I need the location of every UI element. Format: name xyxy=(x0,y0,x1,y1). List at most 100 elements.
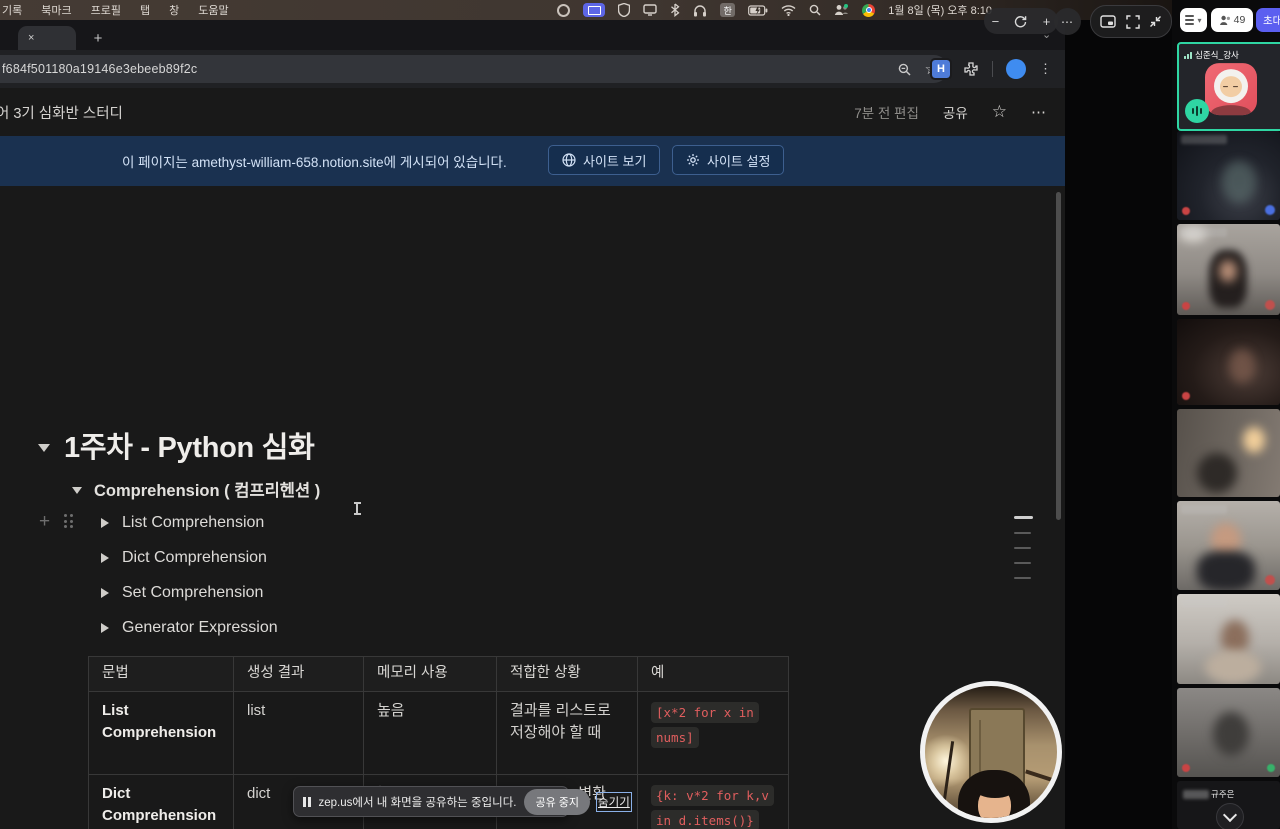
new-tab-button[interactable]: + xyxy=(88,28,108,48)
table-cell[interactable]: 높음 xyxy=(364,691,497,774)
self-webcam[interactable] xyxy=(920,681,1062,823)
screenshare-icon[interactable] xyxy=(583,3,605,17)
chrome-menubar-icon[interactable] xyxy=(862,4,875,17)
battery-icon xyxy=(748,3,768,17)
url-text[interactable]: f684f501180a19146e3ebeeb89f2c xyxy=(0,62,197,76)
page-title[interactable]: 어 3기 심화반 스터디 xyxy=(0,102,123,123)
zoom-out-button[interactable]: − xyxy=(992,15,1000,28)
collapse-icon[interactable] xyxy=(1149,15,1162,28)
view-site-button[interactable]: 사이트 보기 xyxy=(548,145,660,175)
profile-avatar[interactable] xyxy=(1006,59,1026,79)
toggle-item[interactable]: Set Comprehension xyxy=(122,584,263,602)
menu-tabs[interactable]: 탭 xyxy=(140,2,150,18)
video-tile-host[interactable]: 심준식_강사 xyxy=(1177,42,1280,131)
stop-sharing-button[interactable]: 공유 중지 xyxy=(524,789,590,815)
address-bar[interactable]: f684f501180a19146e3ebeeb89f2c ☆ xyxy=(0,55,948,83)
toggle-item[interactable]: Generator Expression xyxy=(122,619,278,637)
notion-header: 어 3기 심화반 스터디 7분 전 편집 공유 ☆ ⋯ xyxy=(0,88,1065,136)
browser-menu-icon[interactable]: ⋮ xyxy=(1039,61,1053,77)
video-tile[interactable] xyxy=(1177,409,1280,497)
chevron-down-icon[interactable]: ⌄ xyxy=(1042,28,1051,41)
video-tile[interactable] xyxy=(1177,319,1280,405)
notion-page-content: 1주차 - Python 심화 Comprehension ( 컴프리헨션 ) … xyxy=(0,186,1065,829)
page-menu-icon[interactable]: ⋯ xyxy=(1031,103,1047,121)
table-cell[interactable]: Dict Comprehension xyxy=(89,774,234,829)
add-block-button[interactable]: + xyxy=(39,511,50,533)
input-source-icon[interactable]: 한 xyxy=(720,3,735,17)
participant-count: 49 xyxy=(1234,14,1246,26)
fullscreen-icon[interactable] xyxy=(1126,15,1140,29)
name-label-blurred xyxy=(1183,790,1209,799)
toolbar-divider xyxy=(992,61,993,77)
table-of-contents-indicator[interactable] xyxy=(1014,516,1033,592)
participants-button[interactable]: 49 xyxy=(1211,8,1253,32)
video-tile[interactable] xyxy=(1177,501,1280,590)
status-icon xyxy=(1267,764,1275,772)
menubar-datetime[interactable]: 1월 8일 (목) 오후 8:10 xyxy=(888,2,992,18)
col-header[interactable]: 생성 결과 xyxy=(234,657,364,692)
invite-button[interactable]: 초대하기 xyxy=(1256,8,1280,32)
page-heading2[interactable]: Comprehension ( 컴프리헨션 ) xyxy=(94,477,320,501)
table-cell[interactable]: list xyxy=(234,691,364,774)
tab-close-icon[interactable]: × xyxy=(28,32,34,44)
toggle-down-icon[interactable] xyxy=(72,487,82,494)
video-tile[interactable] xyxy=(1177,131,1280,220)
scrollbar[interactable] xyxy=(1056,192,1061,520)
table-cell[interactable]: List Comprehension xyxy=(89,691,234,774)
light-spot xyxy=(1243,427,1265,453)
search-icon[interactable] xyxy=(809,3,821,17)
toggle-right-icon[interactable] xyxy=(101,553,109,563)
bluetooth-icon[interactable] xyxy=(670,3,680,17)
more-options-button[interactable]: ⋯ xyxy=(1054,8,1081,35)
col-header[interactable]: 예 xyxy=(638,657,789,692)
favorite-star-icon[interactable]: ☆ xyxy=(992,102,1007,122)
toggle-item[interactable]: Dict Comprehension xyxy=(122,549,267,567)
display-icon[interactable] xyxy=(643,3,657,17)
table-cell[interactable]: {k: v*2 for k,v in d.items()} xyxy=(638,774,789,829)
toggle-right-icon[interactable] xyxy=(101,588,109,598)
menu-window[interactable]: 창 xyxy=(169,2,179,18)
toggle-right-icon[interactable] xyxy=(101,623,109,633)
zoom-page-icon[interactable] xyxy=(898,63,911,76)
zoom-in-button[interactable]: + xyxy=(1043,15,1051,28)
menu-bookmarks[interactable]: 북마크 xyxy=(41,2,71,18)
refresh-icon[interactable] xyxy=(1014,15,1027,28)
toggle-right-icon[interactable] xyxy=(101,518,109,528)
table-cell[interactable]: [x*2 for x in nums] xyxy=(638,691,789,774)
page-heading1[interactable]: 1주차 - Python 심화 xyxy=(64,424,314,466)
col-header[interactable]: 메모리 사용 xyxy=(364,657,497,692)
picture-in-picture-icon[interactable] xyxy=(1100,15,1116,28)
video-tile-partial[interactable]: 규주은 xyxy=(1177,781,1280,829)
col-header[interactable]: 문법 xyxy=(89,657,234,692)
drag-handle[interactable] xyxy=(64,514,73,528)
wifi-icon[interactable] xyxy=(781,3,796,17)
hide-toolbar-link[interactable]: 숨기기 xyxy=(598,794,630,810)
video-tile[interactable] xyxy=(1177,224,1280,315)
host-avatar xyxy=(1205,63,1257,115)
menu-profile[interactable]: 프로필 xyxy=(91,2,121,18)
scroll-down-button[interactable] xyxy=(1216,803,1244,829)
menu-history[interactable]: 기록 xyxy=(2,2,22,18)
extensions-puzzle-icon[interactable] xyxy=(963,61,979,77)
col-header[interactable]: 적합한 상황 xyxy=(497,657,638,692)
menu-help[interactable]: 도움말 xyxy=(198,2,228,18)
layout-button[interactable]: ▾ xyxy=(1180,8,1207,32)
inline-code: {k: v*2 for k,v in d.items()} xyxy=(651,785,774,829)
toggle-down-icon[interactable] xyxy=(38,444,50,452)
video-tile[interactable] xyxy=(1177,688,1280,777)
extension-h-icon[interactable]: H xyxy=(932,60,950,78)
table-cell[interactable]: 결과를 리스트로 저장해야 할 때 xyxy=(497,691,638,774)
user-switch-icon[interactable] xyxy=(834,3,849,17)
share-button[interactable]: 공유 xyxy=(943,102,968,122)
browser-tab[interactable]: × xyxy=(18,26,76,50)
toggle-item[interactable]: List Comprehension xyxy=(122,514,264,532)
audio-indicator-icon[interactable] xyxy=(1185,99,1209,123)
caret-down-icon: ▾ xyxy=(1197,16,1201,25)
shield-icon[interactable] xyxy=(618,3,630,17)
video-tile[interactable] xyxy=(1177,594,1280,684)
site-settings-button[interactable]: 사이트 설정 xyxy=(672,145,784,175)
name-label-blurred xyxy=(1181,135,1227,144)
chevron-down-icon xyxy=(1223,808,1237,822)
headphones-icon[interactable] xyxy=(693,3,707,17)
record-icon[interactable] xyxy=(557,3,570,17)
